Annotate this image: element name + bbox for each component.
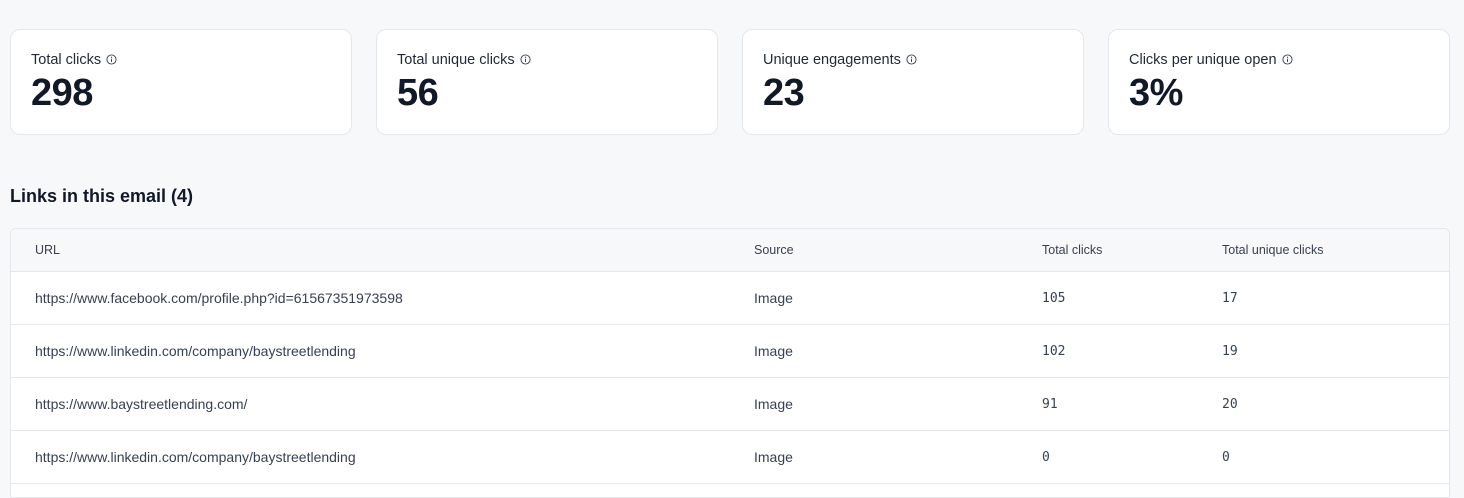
stat-card-total-unique-clicks: Total unique clicks 56 [376,29,718,135]
stat-label: Unique engagements [763,52,901,68]
stat-value: 3% [1129,72,1183,114]
info-icon[interactable] [1281,53,1293,65]
stat-label-row: Unique engagements [763,51,1063,69]
stats-row: Total clicks 298 Total unique clicks 56 … [10,29,1450,135]
stat-value: 56 [397,72,439,114]
link-total-unique-clicks: 0 [1222,450,1230,465]
stat-label: Total clicks [31,52,102,68]
info-icon[interactable] [106,53,117,65]
link-total-clicks: 102 [1042,344,1066,359]
stat-label: Clicks per unique open [1129,52,1277,68]
link-source: Image [754,449,793,465]
link-total-unique-clicks: 19 [1222,344,1238,359]
links-table: URL Source Total clicks Total unique cli… [10,228,1450,498]
link-url[interactable]: https://www.baystreetlending.com/ [35,378,247,431]
link-source: Image [754,343,793,359]
link-total-clicks: 91 [1042,397,1058,412]
link-url[interactable]: https://www.facebook.com/profile.php?id=… [35,272,403,325]
info-icon[interactable] [906,53,917,65]
link-url[interactable]: https://www.linkedin.com/company/baystre… [35,431,356,484]
stat-label-row: Clicks per unique open [1129,51,1429,69]
stat-label-row: Total unique clicks [397,51,697,69]
column-header-source[interactable]: Source [754,229,794,272]
stat-card-unique-engagements: Unique engagements 23 [742,29,1084,135]
column-header-url[interactable]: URL [35,229,60,272]
links-section-title: Links in this email (4) [10,186,194,206]
info-icon[interactable] [520,53,531,65]
stat-value: 23 [763,72,805,114]
link-total-clicks: 0 [1042,450,1050,465]
table-row: https://www.linkedin.com/company/baystre… [11,431,1449,484]
link-total-unique-clicks: 20 [1222,397,1238,412]
stat-label-row: Total clicks [31,51,331,69]
link-total-clicks: 105 [1042,291,1066,306]
stat-label: Total unique clicks [397,52,515,68]
link-source: Image [754,290,793,306]
stat-card-total-clicks: Total clicks 298 [10,29,352,135]
column-header-total-clicks[interactable]: Total clicks [1042,229,1102,272]
link-url[interactable]: https://www.linkedin.com/company/baystre… [35,325,356,378]
link-total-unique-clicks: 17 [1222,291,1238,306]
table-row: https://www.facebook.com/profile.php?id=… [11,272,1449,325]
link-source: Image [754,396,793,412]
table-row: https://www.linkedin.com/company/baystre… [11,325,1449,378]
table-header: URL Source Total clicks Total unique cli… [11,229,1449,272]
column-header-total-unique-clicks[interactable]: Total unique clicks [1222,229,1323,272]
table-row: https://www.baystreetlending.com/ Image … [11,378,1449,431]
stat-card-clicks-per-unique-open: Clicks per unique open 3% [1108,29,1450,135]
stat-value: 298 [31,72,93,114]
